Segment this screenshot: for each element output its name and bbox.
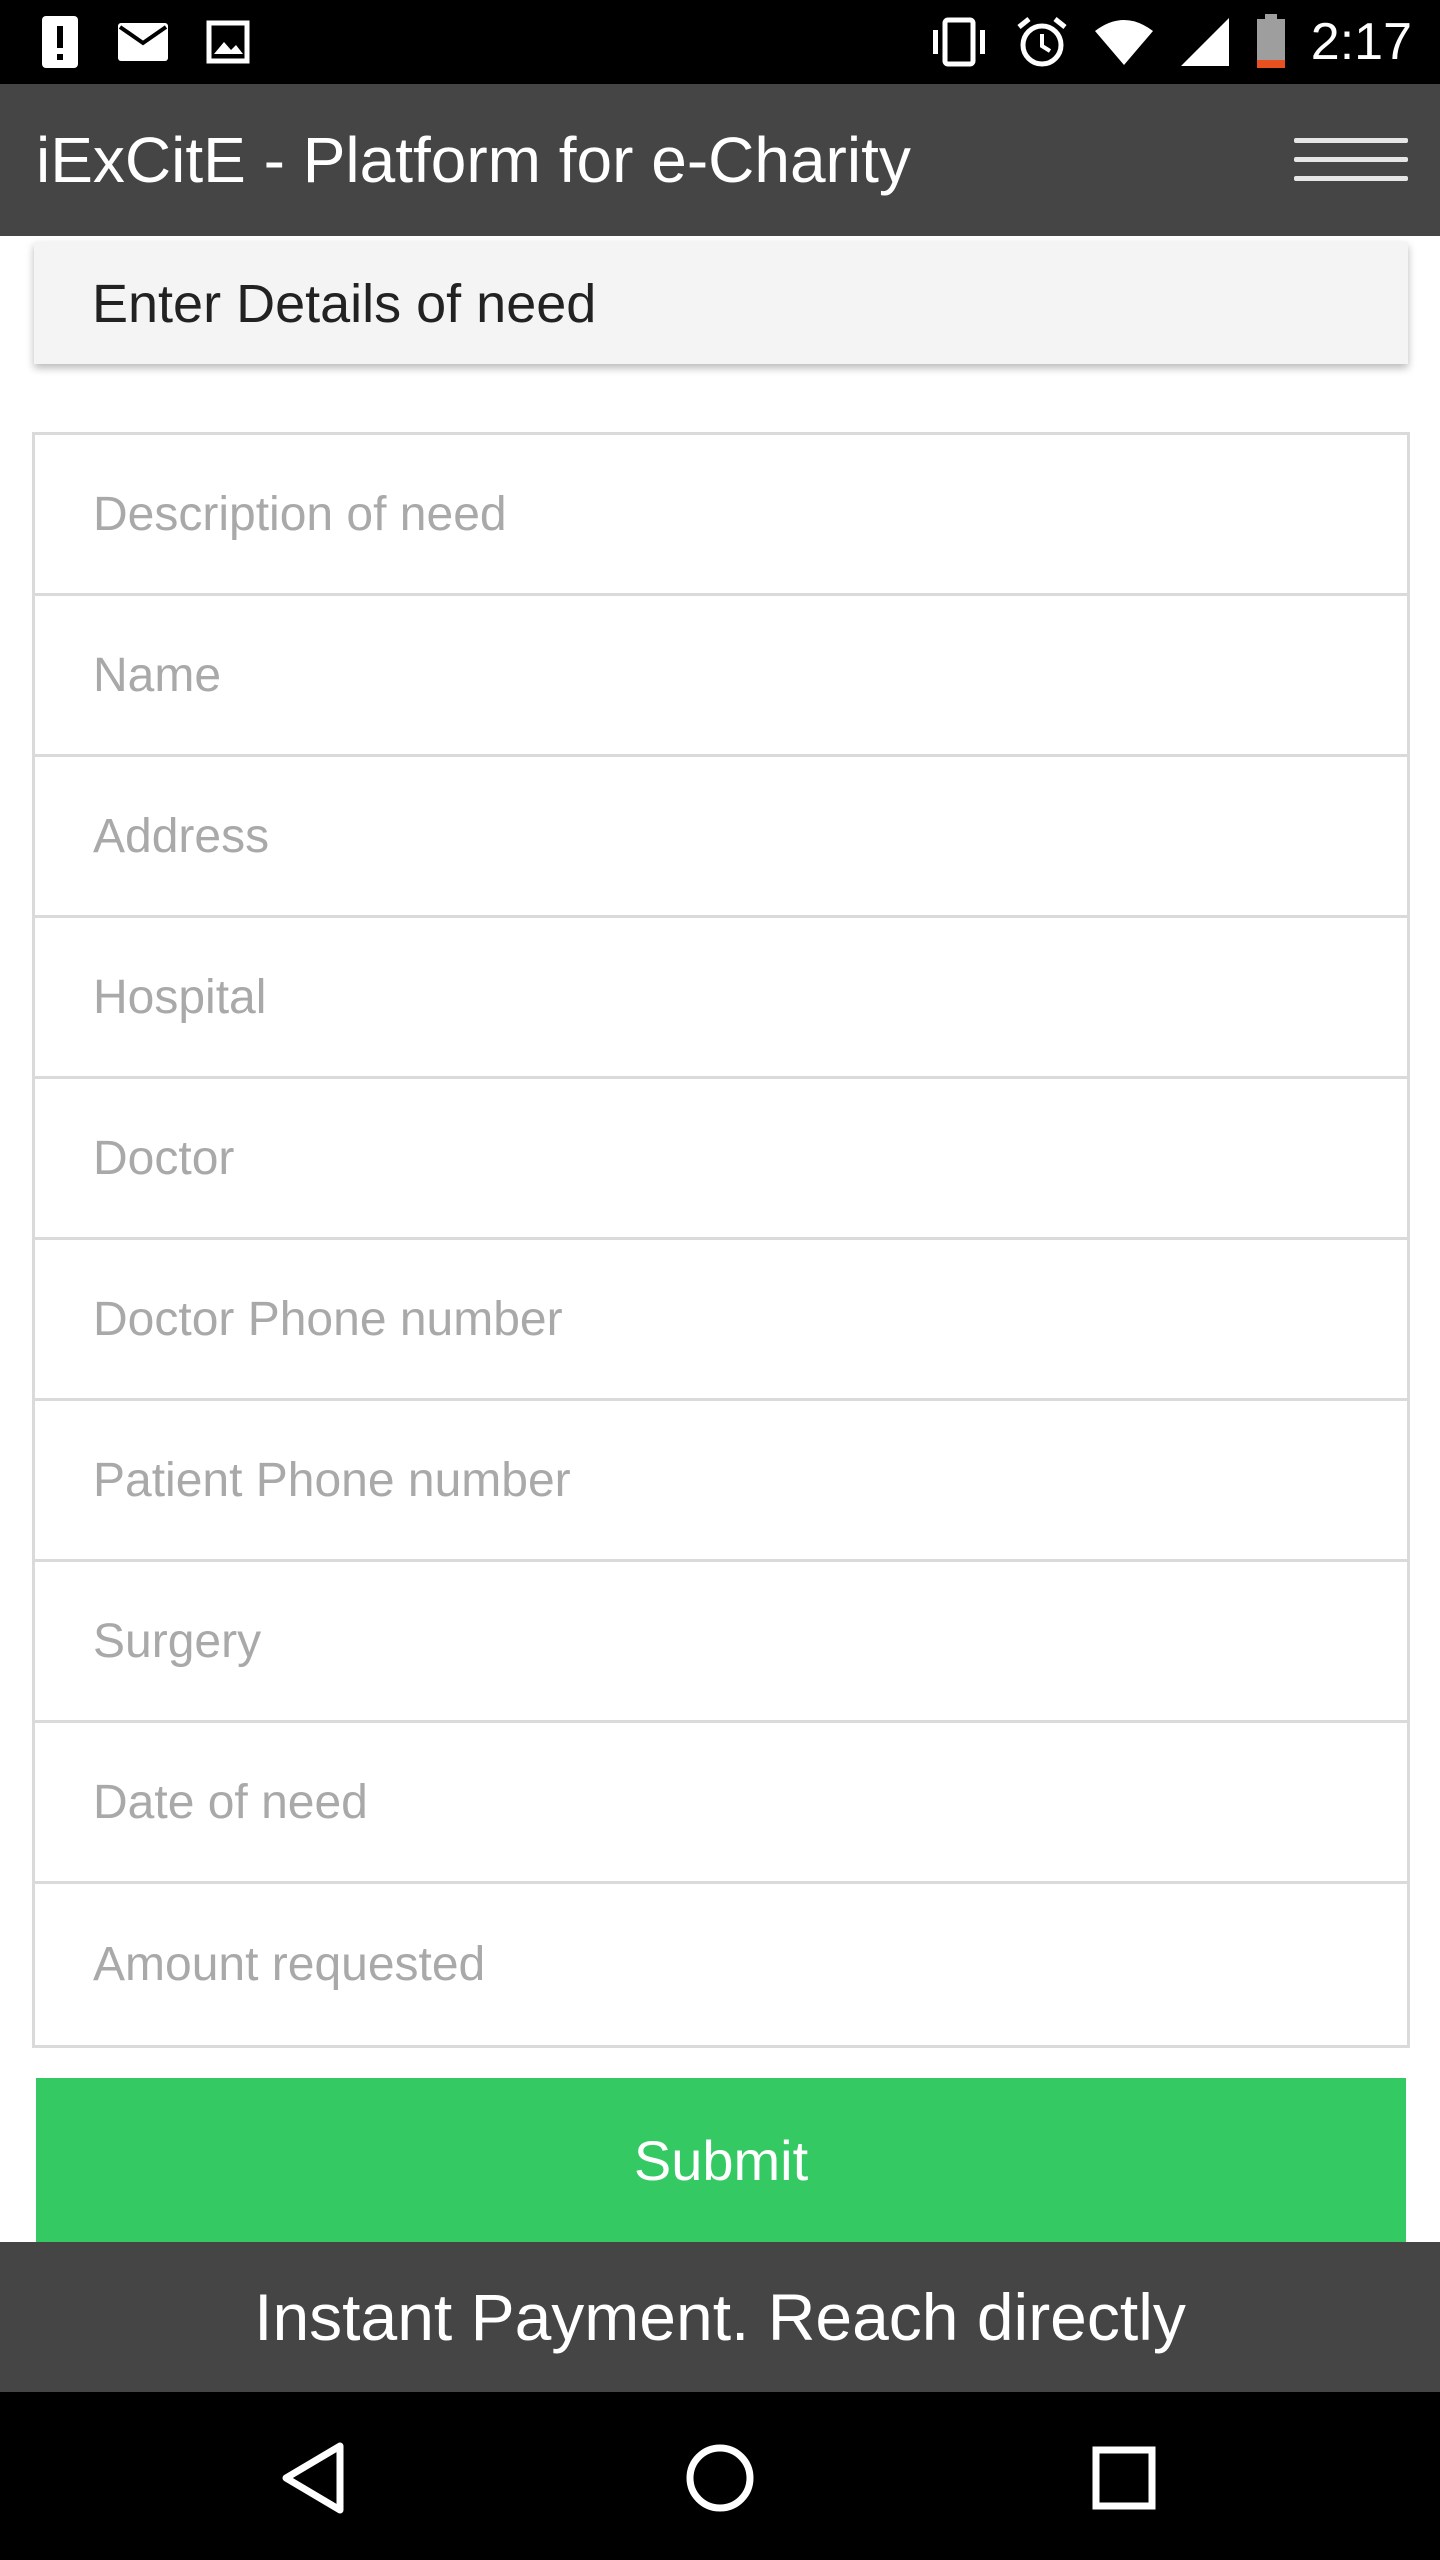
address-input[interactable] (35, 757, 1407, 915)
section-title: Enter Details of need (92, 274, 597, 334)
recents-icon[interactable] (1082, 2436, 1166, 2520)
form-field-surgery (35, 1562, 1407, 1723)
status-time: 2:17 (1310, 13, 1412, 71)
name-input[interactable] (35, 596, 1407, 754)
form-field-description (35, 435, 1407, 596)
form-field-doctor (35, 1079, 1407, 1240)
alert-icon (42, 16, 78, 68)
section-header-card: Enter Details of need (34, 242, 1408, 364)
footer-tagline: Instant Payment. Reach directly (254, 2280, 1186, 2354)
alarm-icon (1017, 17, 1067, 67)
email-icon (118, 23, 168, 61)
form-field-address (35, 757, 1407, 918)
status-bar-system: 2:17 (927, 10, 1412, 74)
battery-icon (1256, 14, 1285, 68)
home-icon[interactable] (678, 2436, 762, 2520)
form-field-hospital (35, 918, 1407, 1079)
patient-phone-input[interactable] (35, 1401, 1407, 1559)
footer-banner: Instant Payment. Reach directly (0, 2242, 1440, 2392)
doctor-input[interactable] (35, 1079, 1407, 1237)
back-icon[interactable] (274, 2436, 358, 2520)
hamburger-menu-icon[interactable] (1294, 130, 1408, 190)
amount-requested-input[interactable] (35, 1884, 1407, 2045)
form-field-patient-phone (35, 1401, 1407, 1562)
status-bar-notifications (40, 14, 250, 70)
status-bar: 2:17 (0, 0, 1440, 84)
form-field-date (35, 1723, 1407, 1884)
hospital-input[interactable] (35, 918, 1407, 1076)
doctor-phone-input[interactable] (35, 1240, 1407, 1398)
image-icon (206, 20, 250, 64)
app-title: iExCitE - Platform for e-Charity (36, 124, 911, 196)
date-of-need-input[interactable] (35, 1723, 1407, 1881)
wifi-icon (1094, 20, 1153, 65)
system-nav-bar (0, 2392, 1440, 2560)
vibrate-icon (932, 17, 985, 67)
form-field-amount (35, 1884, 1407, 2045)
description-of-need-input[interactable] (35, 435, 1407, 593)
need-details-form (32, 432, 1410, 2048)
signal-icon (1180, 18, 1229, 66)
surgery-input[interactable] (35, 1562, 1407, 1720)
submit-button[interactable]: Submit (36, 2078, 1406, 2242)
form-field-doctor-phone (35, 1240, 1407, 1401)
form-field-name (35, 596, 1407, 757)
app-bar: iExCitE - Platform for e-Charity (0, 84, 1440, 236)
